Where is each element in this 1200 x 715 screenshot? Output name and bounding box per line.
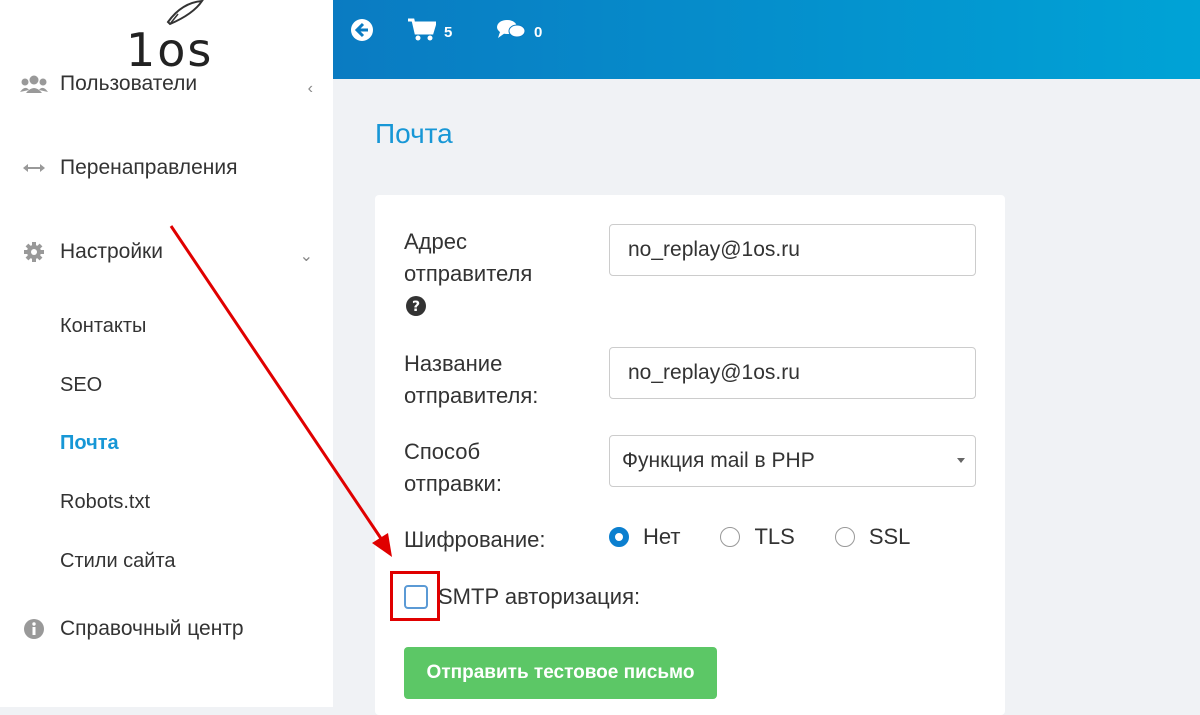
sender-address-input[interactable]: no_replay@1os.ru <box>609 224 976 276</box>
arrows-h-icon <box>20 157 48 179</box>
encryption-radio-group: Нет TLS SSL <box>609 524 950 550</box>
sidebar-item-label: Пользователи <box>60 72 198 95</box>
page-title: Почта <box>375 118 453 149</box>
info-icon <box>20 618 48 640</box>
question-circle-icon[interactable]: ? <box>405 295 427 322</box>
sidebar-subitem-robots[interactable]: Robots.txt <box>60 491 150 514</box>
cart-icon <box>408 18 438 47</box>
cart-button[interactable]: 5 <box>408 18 452 47</box>
sidebar-subitem-seo[interactable]: SEO <box>60 374 102 397</box>
encryption-option-ssl[interactable]: SSL <box>834 524 910 550</box>
send-test-email-button[interactable]: Отправить тестовое письмо <box>404 647 717 699</box>
encryption-label: Шифрование: <box>404 527 546 552</box>
encryption-option-none[interactable]: Нет <box>609 524 680 550</box>
chevron-down-icon[interactable]: ⌄ <box>300 246 313 266</box>
caret-down-icon <box>957 458 965 463</box>
gear-icon <box>20 241 48 263</box>
send-method-select[interactable]: Функция mail в PHP <box>609 435 976 487</box>
radio-checked-icon <box>609 527 629 547</box>
sidebar: 1os Пользователи ‹ Перенаправления Настр… <box>0 0 333 707</box>
logo-text: 1os <box>126 23 213 75</box>
users-icon <box>20 73 48 95</box>
radio-unchecked-icon <box>720 527 741 547</box>
cart-count: 5 <box>444 24 453 41</box>
sidebar-item-help-center[interactable]: Справочный центр <box>20 617 244 641</box>
chevron-left-icon[interactable]: ‹ <box>308 80 313 98</box>
sender-address-label: Адрес отправителя <box>404 229 533 286</box>
sidebar-subitem-mail[interactable]: Почта <box>60 432 119 455</box>
comments-icon <box>496 18 526 47</box>
messages-button[interactable]: 0 <box>496 18 542 47</box>
back-button[interactable] <box>350 18 374 47</box>
sidebar-item-redirects[interactable]: Перенаправления <box>20 156 237 180</box>
arrow-left-circle-icon <box>350 18 374 47</box>
sidebar-item-label: Настройки <box>60 240 163 263</box>
highlight-box <box>390 571 440 621</box>
sidebar-item-label: Перенаправления <box>60 156 238 179</box>
svg-text:?: ? <box>412 299 420 315</box>
sender-name-label: Название отправителя: <box>404 351 539 408</box>
top-bar: 5 0 <box>333 0 1200 79</box>
logo[interactable]: 1os <box>118 0 218 77</box>
encryption-option-tls[interactable]: TLS <box>720 524 795 550</box>
smtp-auth-label: SMTP авторизация: <box>438 584 641 609</box>
send-method-label: Способ отправки: <box>404 439 502 496</box>
sender-name-input[interactable]: no_replay@1os.ru <box>609 347 976 399</box>
messages-count: 0 <box>534 24 543 41</box>
sidebar-subitem-contacts[interactable]: Контакты <box>60 315 146 338</box>
send-method-value: Функция mail в PHP <box>622 449 815 472</box>
sidebar-item-settings[interactable]: Настройки <box>20 240 163 264</box>
sidebar-item-label: Справочный центр <box>60 617 244 640</box>
sidebar-subitem-site-styles[interactable]: Стили сайта <box>60 550 176 573</box>
sidebar-item-users[interactable]: Пользователи <box>20 72 197 96</box>
radio-unchecked-icon <box>834 527 855 547</box>
